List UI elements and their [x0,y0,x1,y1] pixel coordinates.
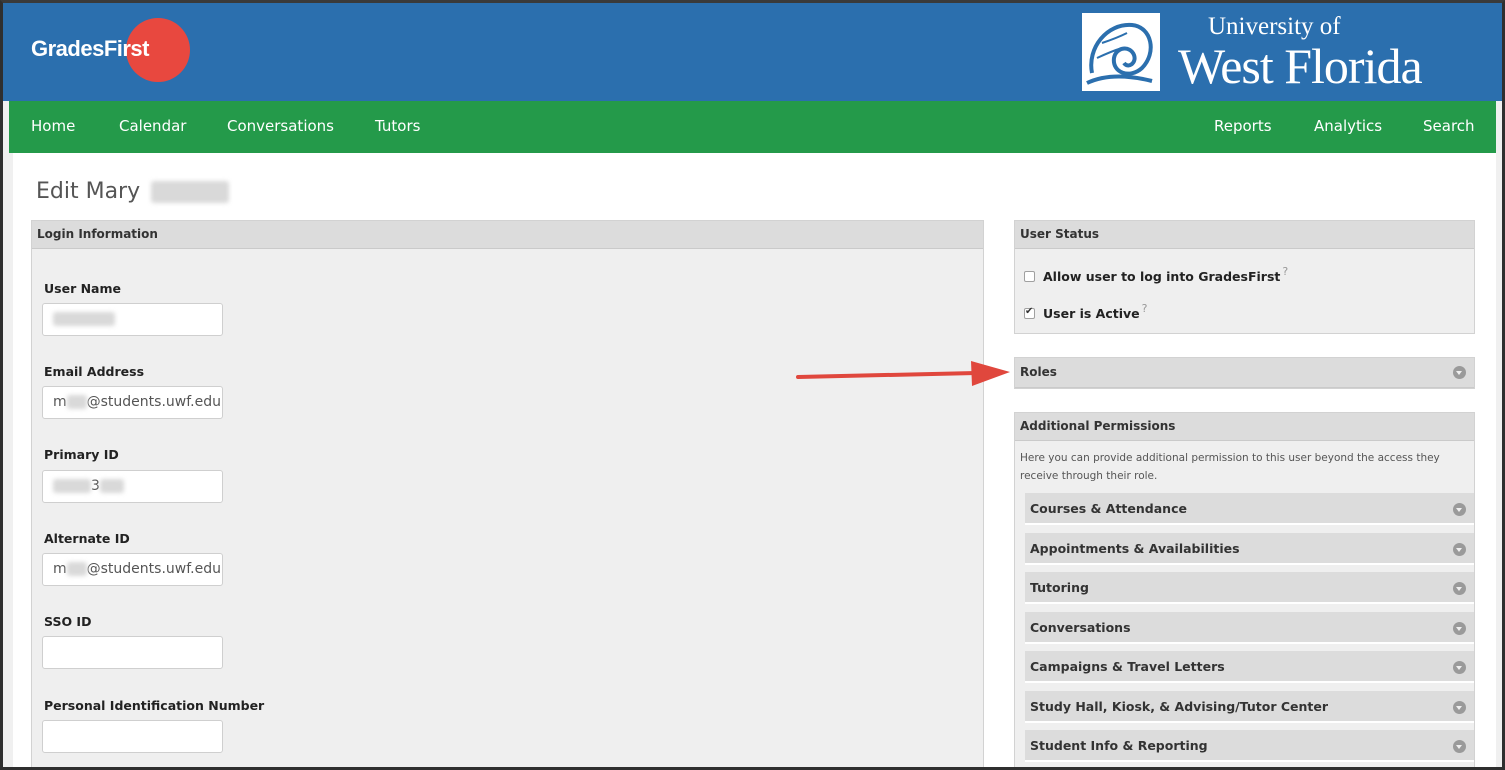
user-name-input[interactable] [42,303,223,336]
user-status-title: User Status [1020,227,1100,241]
email-prefix: m [53,394,67,410]
section-title: Campaigns & Travel Letters [1030,659,1225,674]
redacted-name [151,181,230,203]
login-information-panel: Login Information User Name Email Addres… [31,220,984,767]
uwf-line2: West Florida [1178,38,1423,94]
permissions-description: Here you can provide additional permissi… [1020,452,1440,482]
alternate-id-input[interactable]: m @students.uwf.edu [42,553,223,586]
section-title: Tutoring [1030,580,1089,595]
section-student-info[interactable]: Student Info & Reporting [1025,730,1474,762]
red-arrow-icon [796,361,1010,386]
nav-search[interactable]: Search [1423,117,1475,135]
sso-id-label: SSO ID [44,614,92,629]
user-status-panel: User Status Allow user to log into Grade… [1014,220,1475,334]
main-content: Edit Mary Login Information User Name Em… [13,153,1496,767]
nav-conversations[interactable]: Conversations [227,117,334,135]
additional-permissions-panel: Additional Permissions Here you can prov… [1014,412,1475,767]
allow-login-checkbox[interactable] [1024,271,1035,282]
site-header: GradesFirst University of West Florida [3,3,1502,101]
nav-analytics[interactable]: Analytics [1314,117,1382,135]
roles-panel[interactable]: Roles [1014,357,1475,389]
redacted-value [53,312,115,326]
section-courses-attendance[interactable]: Courses & Attendance [1025,493,1474,525]
redacted-value [66,562,87,576]
uwf-logo: University of West Florida [1082,13,1482,95]
nav-home[interactable]: Home [31,117,75,135]
allow-login-row: Allow user to log into GradesFirst? [1024,265,1288,284]
nav-tutors[interactable]: Tutors [375,117,420,135]
user-active-label: User is Active [1043,306,1140,321]
user-name-label: User Name [44,281,121,296]
panel-header: User Status [1015,221,1474,249]
email-suffix: @students.uwf.edu [86,394,221,410]
user-active-row: User is Active? [1024,302,1147,321]
section-tutoring[interactable]: Tutoring [1025,572,1474,604]
page-title-text: Edit Mary [36,179,141,204]
expand-icon[interactable] [1453,661,1466,674]
expand-icon[interactable] [1453,740,1466,753]
expand-icon[interactable] [1453,701,1466,714]
redacted-value [53,479,91,493]
help-icon[interactable]: ? [1142,302,1148,315]
page-title: Edit Mary [36,179,230,204]
gradesfirst-logo[interactable]: GradesFirst [31,18,201,82]
expand-icon[interactable] [1453,543,1466,556]
user-active-checkbox[interactable] [1024,306,1035,319]
help-icon[interactable]: ? [1282,265,1288,278]
additional-permissions-title: Additional Permissions [1020,419,1176,433]
panel-header: Additional Permissions [1015,413,1474,441]
nav-reports[interactable]: Reports [1214,117,1272,135]
email-address-label: Email Address [44,364,145,379]
pin-input[interactable] [42,720,223,753]
redacted-value [99,479,124,493]
alt-id-prefix: m [53,561,67,577]
allow-login-label: Allow user to log into GradesFirst [1043,269,1281,284]
panel-header: Login Information [32,221,983,249]
section-title: Appointments & Availabilities [1030,541,1240,556]
main-nav: Home Calendar Conversations Tutors Repor… [9,101,1496,153]
expand-icon[interactable] [1453,503,1466,516]
panel-header: Roles [1015,358,1474,388]
section-campaigns[interactable]: Campaigns & Travel Letters [1025,651,1474,683]
gradesfirst-logo-text: GradesFirst [31,36,150,61]
roles-title: Roles [1020,365,1057,379]
login-information-title: Login Information [37,227,158,241]
section-study-hall[interactable]: Study Hall, Kiosk, & Advising/Tutor Cent… [1025,691,1474,723]
alt-id-suffix: @students.uwf.edu [86,561,221,577]
section-title: Courses & Attendance [1030,501,1187,516]
primary-id-input[interactable]: 3 [42,470,223,503]
email-address-input[interactable]: m @students.uwf.edu [42,386,223,419]
section-title: Conversations [1030,620,1131,635]
expand-icon[interactable] [1453,366,1466,379]
app-window: GradesFirst University of West Florida H… [0,0,1505,770]
section-title: Study Hall, Kiosk, & Advising/Tutor Cent… [1030,699,1329,714]
primary-id-visible-digit: 3 [91,478,100,494]
primary-id-label: Primary ID [44,447,119,462]
pin-label: Personal Identification Number [44,698,265,713]
alternate-id-label: Alternate ID [44,531,130,546]
sso-id-input[interactable] [42,636,223,669]
nautilus-shell-icon [1082,13,1160,91]
section-conversations[interactable]: Conversations [1025,612,1474,644]
nav-calendar[interactable]: Calendar [119,117,186,135]
section-title: Student Info & Reporting [1030,738,1208,753]
expand-icon[interactable] [1453,582,1466,595]
section-appointments[interactable]: Appointments & Availabilities [1025,533,1474,565]
redacted-value [66,395,87,409]
expand-icon[interactable] [1453,622,1466,635]
